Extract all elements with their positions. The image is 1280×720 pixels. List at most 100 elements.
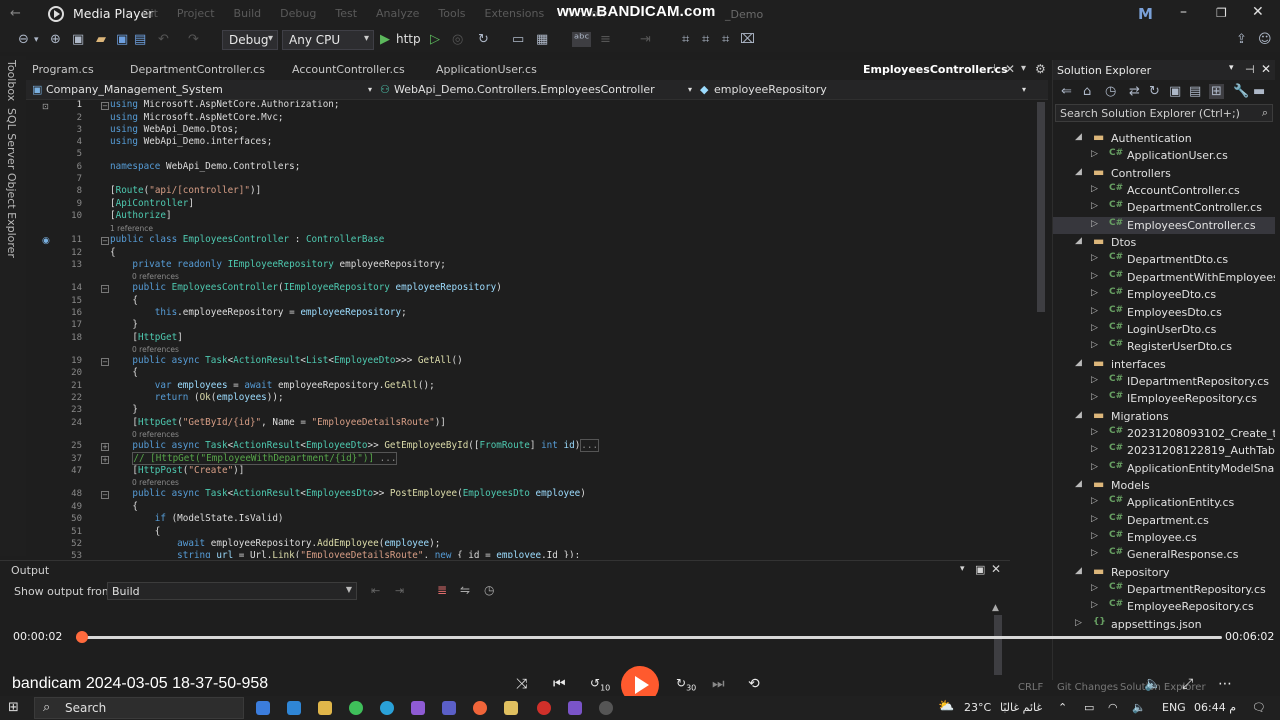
collapsed-icon[interactable]: ▷ [1091,392,1098,402]
collapsed-icon[interactable]: ▷ [1091,271,1098,281]
output-source-dropdown[interactable]: Build ▼ [107,582,357,600]
menu-analyze[interactable]: Analyze [376,7,419,20]
menu-git[interactable]: Git [142,7,158,20]
share-icon[interactable]: ⇪ [1236,32,1247,47]
profile-avatar[interactable]: M [1138,5,1153,23]
collapsed-icon[interactable]: ▷ [1091,375,1098,385]
scroll-up-icon[interactable]: ▲ [992,603,999,613]
store-app-icon[interactable] [287,701,301,715]
chevron-down-icon[interactable]: ▾ [1022,85,1026,94]
notifications-icon[interactable]: 🗨 [1252,701,1266,714]
tree-file[interactable]: ▷ C# EmployeesController.cs [1053,216,1275,234]
tree-file[interactable]: ▷ C# DepartmentController.cs [1053,199,1275,216]
tree-folder[interactable]: ◢ ▬ Dtos [1053,234,1275,251]
tree-folder[interactable]: ◢ ▬ Migrations [1053,408,1275,425]
quick-actions-icon[interactable]: ⊡ [42,102,49,111]
tree-file[interactable]: ▷ C# AccountController.cs [1053,182,1275,199]
next-icon[interactable]: ⏭ [712,676,725,692]
codelens-references[interactable]: 0 references [132,430,179,439]
comment-icon[interactable]: ≡ [600,32,611,47]
tab-list-icon[interactable]: ▾ [1021,63,1026,74]
tree-folder[interactable]: ◢ ▬ Controllers [1053,165,1275,182]
collapsed-icon[interactable]: ▷ [1091,583,1098,593]
collapsed-icon[interactable]: ▷ [1091,548,1098,558]
collapsed-icon[interactable]: ▷ [1091,288,1098,298]
navigate-back-icon[interactable]: ⊖ [18,32,29,47]
tree-file[interactable]: ▷ C# IDepartmentRepository.cs [1053,373,1275,390]
back-icon[interactable]: ← [10,6,21,21]
postman-icon[interactable] [473,701,487,715]
tree-file[interactable]: ▷ C# RegisterUserDto.cs [1053,338,1275,355]
indent-icon[interactable]: ⇥ [640,32,651,47]
more-options-icon[interactable]: ⋯ [1218,676,1232,692]
skip-forward-icon[interactable]: ↻30 [676,676,696,692]
spellcheck-icon[interactable]: ᵃᵇᶜ [572,32,592,47]
weather-description[interactable]: غائم غالبًا [1000,701,1042,714]
close-tab-icon[interactable]: ✕ [1005,62,1015,76]
vs-code-icon[interactable] [568,701,582,715]
scrollbar-thumb[interactable] [1037,102,1045,312]
chevron-down-icon[interactable]: ▾ [34,35,39,45]
tab-employees-controller[interactable]: EmployeesController.cs [863,60,1008,80]
attach-icon[interactable]: ◎ [452,32,463,47]
tree-file[interactable]: ▷ C# EmployeeDto.cs [1053,286,1275,303]
menu-project[interactable]: Project [177,7,215,20]
layout-icon[interactable]: ▦ [536,32,548,47]
collapsed-icon[interactable]: ▷ [1091,306,1098,316]
feedback-icon[interactable]: ☺ [1258,32,1272,47]
expand-icon[interactable]: + [101,443,109,451]
configuration-dropdown[interactable]: Debug ▾ [222,30,278,50]
menu-build[interactable]: Build [234,7,262,20]
next-message-icon[interactable]: ⇥ [395,584,404,597]
editor-scrollbar[interactable] [1034,100,1048,558]
expand-icon[interactable]: + [101,456,109,464]
sync-icon[interactable]: ⇄ [1129,84,1140,99]
code-editor[interactable]: 1 2 3 4 5 6 7 8 9 10 11 12 13 14 15 16 1… [26,100,1034,558]
tree-file[interactable]: ▷ C# EmployeesDto.cs [1053,304,1275,321]
undo-icon[interactable]: ↶ [158,32,169,47]
speaker-icon[interactable]: 🔈 [1132,701,1146,714]
expanded-icon[interactable]: ◢ [1075,566,1082,576]
clear-bookmarks-icon[interactable]: ⌧ [740,32,755,47]
fullscreen-icon[interactable]: ⤢ [1182,676,1193,692]
expanded-icon[interactable]: ◢ [1075,167,1082,177]
collapsed-icon[interactable]: ▷ [1091,184,1098,194]
maximize-button[interactable]: ❐ [1216,6,1227,20]
network-icon[interactable]: ▭ [1084,701,1094,714]
collapse-icon[interactable]: − [101,358,109,366]
tab-department-controller[interactable]: DepartmentController.cs [130,60,265,80]
shuffle-icon[interactable]: ⤨ [516,676,527,692]
refresh-icon[interactable]: ↻ [1149,84,1160,99]
sql-server-object-explorer-tab[interactable]: SQL Server Object Explorer [5,108,18,258]
clock[interactable]: 06:44 م [1194,701,1236,714]
menu-extensions[interactable]: Extensions [485,7,545,20]
close-button[interactable]: ✕ [1252,4,1264,20]
pin-icon[interactable]: ⊣ [1245,63,1255,76]
implementation-marker-icon[interactable]: ◉ [42,236,50,246]
windows-start-icon[interactable]: ⊞ [8,700,19,715]
timestamp-icon[interactable]: ◷ [484,583,494,597]
chevron-down-icon[interactable]: ▾ [368,85,372,94]
start-without-debugging-icon[interactable]: ▷ [430,32,440,47]
expanded-icon[interactable]: ◢ [1075,132,1082,142]
project-dropdown[interactable]: Company_Management_System [46,83,223,96]
preview-icon[interactable]: ▬ [1253,84,1265,99]
collapsed-icon[interactable]: ▷ [1091,514,1098,524]
collapsed-icon[interactable]: ▷ [1091,201,1098,211]
media-player-taskbar-icon[interactable] [599,701,613,715]
tab-application-user[interactable]: ApplicationUser.cs [436,60,537,80]
expanded-icon[interactable]: ◢ [1075,236,1082,246]
type-dropdown[interactable]: WebApi_Demo.Controllers.EmployeesControl… [394,83,655,96]
close-icon[interactable]: ✕ [1261,62,1271,76]
file-explorer-icon[interactable] [318,701,332,715]
collapsed-icon[interactable]: ▷ [1091,444,1098,454]
close-panel-icon[interactable]: ✕ [991,562,1001,576]
collapse-icon[interactable]: − [101,491,109,499]
menu-test[interactable]: Test [335,7,357,20]
redo-icon[interactable]: ↷ [188,32,199,47]
collapsed-icon[interactable]: ▷ [1091,340,1098,350]
minimize-button[interactable]: – [1180,4,1187,20]
collapsed-icon[interactable]: ▷ [1091,600,1098,610]
input-language[interactable]: ENG [1162,701,1186,714]
collapsed-icon[interactable]: ▷ [1091,323,1098,333]
